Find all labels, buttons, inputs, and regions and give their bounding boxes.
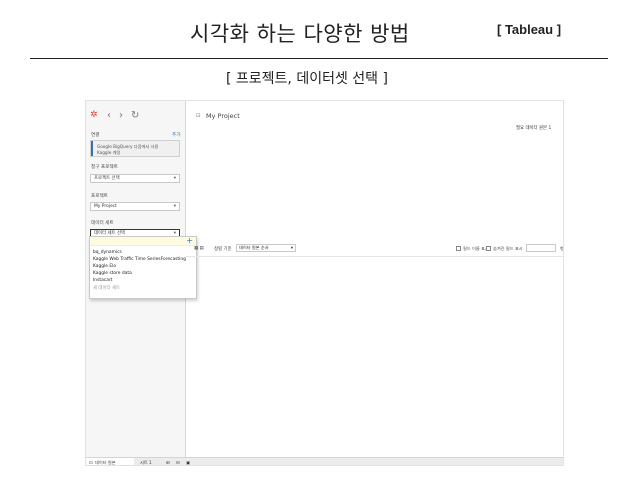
project-value: My Project xyxy=(94,204,117,209)
row-count-suffix: 행 xyxy=(560,246,564,251)
sort-label: 정렬 기준 xyxy=(214,247,232,252)
project-select[interactable]: My Project ▾ xyxy=(90,202,180,211)
slide-tag: [ Tableau ] xyxy=(497,22,562,37)
new-dashboard-icon[interactable]: ⊟ xyxy=(176,460,180,465)
database-icon: ⊡ xyxy=(196,113,201,119)
slide-title: 시각화 하는 다양한 방법 xyxy=(190,22,410,46)
show-hidden-fields-label: 숨겨진 필드 표시 xyxy=(493,246,523,251)
dataset-label: 데이터 세트 xyxy=(91,221,114,226)
dataset-dropdown: + bq_dynamics Kaggle Web Traffic Time Se… xyxy=(89,236,197,299)
tab-data-source[interactable]: 데이터 원본 xyxy=(95,460,116,465)
connections-label: 연결 xyxy=(91,133,100,138)
billing-project-label: 청구 프로젝트 xyxy=(91,165,118,170)
dataset-option[interactable]: Kaggle Elo xyxy=(93,264,116,269)
dataset-option[interactable]: bq_dynamics xyxy=(93,250,122,255)
connection-line: Kaggle 계정 xyxy=(97,150,121,155)
database-icon: ⊡ xyxy=(89,460,93,465)
dataset-option[interactable]: Kaggle store data xyxy=(93,271,132,276)
chevron-down-icon: ▾ xyxy=(290,245,293,250)
dataset-option[interactable]: Instacart xyxy=(93,278,112,283)
show-field-names-label: 필드 이름 표시 xyxy=(463,246,489,251)
tab-sheet-1[interactable]: 시트 1 xyxy=(140,460,152,465)
dataset-search-input[interactable]: + xyxy=(90,236,196,246)
sort-select-value: 데이터 원본 순서 xyxy=(239,245,269,250)
project-label: 프로젝트 xyxy=(91,194,108,199)
data-source-count: 필요 데이터 원본 1 xyxy=(516,126,552,131)
slide-subtitle: [ 프로젝트, 데이터셋 선택 ] xyxy=(226,71,388,87)
row-count-input[interactable] xyxy=(526,244,556,252)
slide-rule xyxy=(30,58,608,59)
back-button[interactable]: ‹ xyxy=(107,110,111,121)
forward-button[interactable]: › xyxy=(119,110,123,121)
new-sheet-icon[interactable]: ⊞ xyxy=(166,460,170,465)
bottom-tab-bar: ⊡ 데이터 원본 시트 1 ⊞ ⊟ ▣ xyxy=(86,457,563,465)
canvas-title: My Project xyxy=(206,112,240,120)
show-field-names-checkbox[interactable] xyxy=(456,246,461,251)
new-story-icon[interactable]: ▣ xyxy=(186,460,190,465)
sort-select[interactable]: 데이터 원본 순서 ▾ xyxy=(236,244,296,252)
tableau-screenshot: ✲ ‹ › ↻ 연결 추가 Google BigQuery 다음에서 사용 Ka… xyxy=(85,100,564,466)
add-connection-link[interactable]: 추가 xyxy=(172,132,180,138)
billing-project-value: 프로젝트 선택 xyxy=(94,176,120,181)
plus-icon[interactable]: + xyxy=(186,236,193,245)
grid-view-icon[interactable]: ▦ ▤ xyxy=(194,246,204,251)
connection-card[interactable]: Google BigQuery 다음에서 사용 Kaggle 계정 xyxy=(90,140,180,157)
toolbar: ✲ ‹ › ↻ xyxy=(86,101,186,129)
dataset-option[interactable]: Kaggle Web Traffic Time SeriesForecastin… xyxy=(93,257,186,262)
chevron-down-icon: ▾ xyxy=(173,176,176,181)
divider xyxy=(186,256,563,257)
billing-project-select[interactable]: 프로젝트 선택 ▾ xyxy=(90,174,180,183)
chevron-down-icon: ▾ xyxy=(173,204,176,209)
refresh-button[interactable]: ↻ xyxy=(131,110,139,121)
show-hidden-fields-checkbox[interactable] xyxy=(486,246,491,251)
new-dataset-option[interactable]: 새 데이터 세트 xyxy=(93,285,120,291)
tableau-logo-icon[interactable]: ✲ xyxy=(90,110,99,120)
